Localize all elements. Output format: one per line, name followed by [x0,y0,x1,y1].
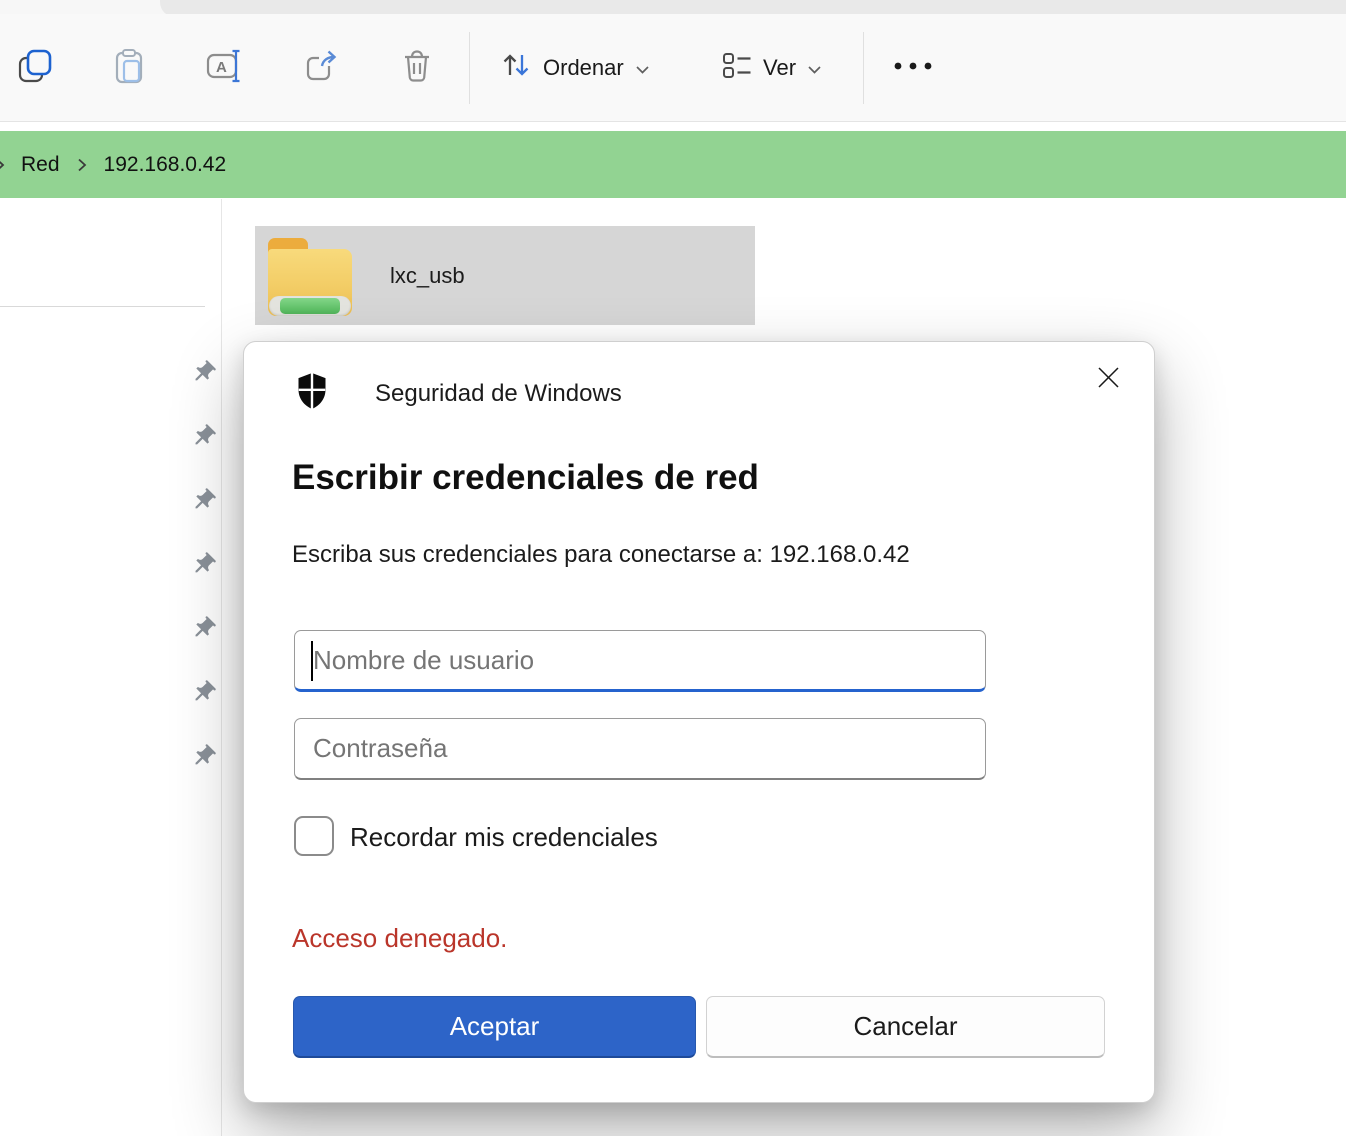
accept-button-label: Aceptar [450,1011,540,1042]
pushpin-icon[interactable] [188,613,218,643]
chevron-down-icon [807,55,822,81]
security-shield-icon [294,371,330,416]
svg-text:A: A [216,59,227,76]
view-label: Ver [763,55,796,81]
cancel-button[interactable]: Cancelar [706,996,1105,1058]
pushpin-icon[interactable] [188,549,218,579]
pushpin-icon[interactable] [188,741,218,771]
file-name: lxc_usb [390,263,465,289]
chevron-right-icon [77,157,87,173]
accept-button[interactable]: Aceptar [293,996,696,1058]
share-icon [303,48,339,89]
sort-dropdown[interactable]: Ordenar [500,42,650,94]
rename-button[interactable]: A [200,42,250,94]
remember-credentials-label: Recordar mis credenciales [350,822,658,853]
chevron-down-icon [635,55,650,81]
see-more-button[interactable] [888,42,938,94]
pushpin-icon[interactable] [188,677,218,707]
toolbar-separator [863,32,864,104]
share-button[interactable] [296,42,346,94]
dialog-title: Seguridad de Windows [375,380,622,408]
copy-button[interactable] [10,42,60,94]
view-icon [722,51,752,85]
sort-icon [500,49,532,87]
access-denied-error: Acceso denegado. [292,923,507,954]
explorer-toolbar: A [0,14,1346,122]
paste-icon [111,48,147,89]
rename-icon: A [205,48,245,89]
password-field-wrap [294,718,986,780]
close-icon [1097,366,1120,394]
username-input[interactable] [294,630,986,692]
pushpin-icon[interactable] [188,485,218,515]
sort-label: Ordenar [543,55,624,81]
cancel-button-label: Cancelar [853,1011,957,1042]
file-row-lxc-usb[interactable]: lxc_usb [255,226,755,325]
copy-icon [17,48,53,89]
paste-button[interactable] [104,42,154,94]
address-bar: Red 192.168.0.42 [0,131,1346,198]
toolbar-separator [469,32,470,104]
breadcrumb-item-host[interactable]: 192.168.0.42 [102,149,229,181]
dialog-description: Escriba sus credenciales para conectarse… [292,541,910,569]
navigation-pane [0,199,222,1136]
view-dropdown[interactable]: Ver [722,42,822,94]
dialog-heading: Escribir credenciales de red [292,458,759,498]
username-field-wrap [294,630,986,692]
folder-usb-icon [268,236,352,316]
chevron-right-icon [0,157,5,173]
close-button[interactable] [1088,360,1128,400]
text-caret [311,641,313,681]
password-input[interactable] [294,718,986,780]
remember-credentials-checkbox[interactable] [294,816,334,856]
sidebar-divider [0,306,205,307]
delete-button[interactable] [392,42,442,94]
windows-security-dialog: Seguridad de Windows Escribir credencial… [243,341,1155,1103]
trash-icon [399,48,435,89]
pushpin-icon[interactable] [188,421,218,451]
breadcrumb-item-red[interactable]: Red [19,149,62,181]
pushpin-icon[interactable] [188,357,218,387]
see-more-icon [891,59,935,77]
